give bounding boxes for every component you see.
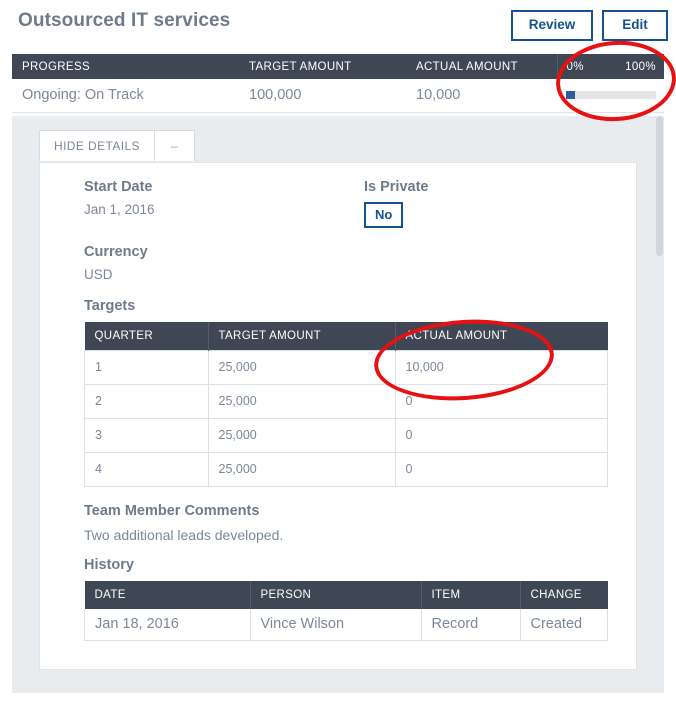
progress-scale-min: 0% — [567, 61, 584, 73]
table-row[interactable]: 1 25,000 10,000 — [85, 351, 608, 385]
progress-bar-fill — [566, 91, 575, 99]
progress-bar — [566, 91, 656, 99]
header-actions: Review Edit — [511, 10, 668, 41]
currency-value: USD — [84, 267, 636, 282]
targets-cell-quarter: 3 — [85, 419, 209, 453]
targets-col-actual-amount: ACTUAL AMOUNT — [395, 322, 608, 351]
targets-table: QUARTER TARGET AMOUNT ACTUAL AMOUNT 1 25… — [84, 322, 608, 487]
targets-cell-quarter: 2 — [85, 385, 209, 419]
history-col-item: ITEM — [421, 581, 520, 609]
history-header-row: DATE PERSON ITEM CHANGE — [85, 581, 608, 609]
cell-progress-status: Ongoing: On Track — [12, 79, 239, 113]
page-header: Outsourced IT services Review Edit — [0, 0, 676, 50]
targets-col-target-amount: TARGET AMOUNT — [208, 322, 395, 351]
is-private-field: Is Private No — [364, 179, 604, 244]
targets-cell-target-amount: 25,000 — [208, 351, 395, 385]
history-section-title: History — [84, 557, 636, 573]
targets-cell-target-amount: 25,000 — [208, 385, 395, 419]
cell-actual-amount: 10,000 — [406, 79, 557, 113]
details-tabs: HIDE DETAILS – — [39, 130, 195, 161]
details-top-fields: Start Date Jan 1, 2016 Is Private No — [84, 179, 636, 244]
page-title: Outsourced IT services — [18, 10, 230, 32]
summary-table-header-row: PROGRESS TARGET AMOUNT ACTUAL AMOUNT 0% … — [12, 54, 664, 79]
details-card: Start Date Jan 1, 2016 Is Private No Cur… — [39, 162, 637, 670]
cell-progress-bar — [557, 79, 664, 113]
targets-cell-quarter: 1 — [85, 351, 209, 385]
targets-col-quarter: QUARTER — [85, 322, 209, 351]
history-col-person: PERSON — [250, 581, 421, 609]
start-date-field: Start Date Jan 1, 2016 — [84, 179, 364, 244]
vertical-scrollbar-track[interactable] — [655, 116, 664, 693]
history-cell-person: Vince Wilson — [250, 609, 421, 641]
progress-scale-max: 100% — [625, 61, 656, 73]
summary-col-progress: PROGRESS — [12, 54, 239, 79]
start-date-value: Jan 1, 2016 — [84, 202, 364, 217]
review-button[interactable]: Review — [511, 10, 593, 41]
targets-cell-actual-amount: 0 — [395, 419, 608, 453]
cell-target-amount: 100,000 — [239, 79, 406, 113]
targets-cell-target-amount: 25,000 — [208, 419, 395, 453]
edit-button[interactable]: Edit — [602, 10, 668, 41]
vertical-scrollbar-thumb[interactable] — [656, 116, 663, 256]
is-private-label: Is Private — [364, 179, 604, 195]
summary-col-progress-scale: 0% 100% — [557, 54, 664, 79]
targets-section-title: Targets — [84, 298, 636, 314]
summary-col-actual-amount: ACTUAL AMOUNT — [406, 54, 557, 79]
currency-label: Currency — [84, 244, 636, 260]
history-table: DATE PERSON ITEM CHANGE Jan 18, 2016 Vin… — [84, 581, 608, 641]
table-row[interactable]: 2 25,000 0 — [85, 385, 608, 419]
history-cell-item: Record — [421, 609, 520, 641]
targets-cell-target-amount: 25,000 — [208, 453, 395, 487]
history-cell-date: Jan 18, 2016 — [85, 609, 251, 641]
start-date-label: Start Date — [84, 179, 364, 195]
targets-cell-actual-amount: 10,000 — [395, 351, 608, 385]
currency-field: Currency USD — [84, 244, 636, 282]
targets-cell-quarter: 4 — [85, 453, 209, 487]
summary-table-row[interactable]: Ongoing: On Track 100,000 10,000 — [12, 79, 664, 113]
summary-table: PROGRESS TARGET AMOUNT ACTUAL AMOUNT 0% … — [12, 54, 664, 113]
table-row[interactable]: 4 25,000 0 — [85, 453, 608, 487]
table-row[interactable]: 3 25,000 0 — [85, 419, 608, 453]
history-cell-change: Created — [520, 609, 608, 641]
history-col-change: CHANGE — [520, 581, 608, 609]
tab-collapse-icon[interactable]: – — [155, 130, 195, 161]
targets-cell-actual-amount: 0 — [395, 453, 608, 487]
summary-col-target-amount: TARGET AMOUNT — [239, 54, 406, 79]
targets-cell-actual-amount: 0 — [395, 385, 608, 419]
table-row[interactable]: Jan 18, 2016 Vince Wilson Record Created — [85, 609, 608, 641]
details-region: HIDE DETAILS – Start Date Jan 1, 2016 Is… — [12, 116, 664, 693]
comments-text: Two additional leads developed. — [84, 527, 636, 543]
comments-section-title: Team Member Comments — [84, 503, 636, 519]
targets-header-row: QUARTER TARGET AMOUNT ACTUAL AMOUNT — [85, 322, 608, 351]
is-private-badge: No — [364, 202, 403, 228]
history-col-date: DATE — [85, 581, 251, 609]
tab-hide-details[interactable]: HIDE DETAILS — [39, 130, 155, 161]
app-screen: Outsourced IT services Review Edit PROGR… — [0, 0, 676, 709]
